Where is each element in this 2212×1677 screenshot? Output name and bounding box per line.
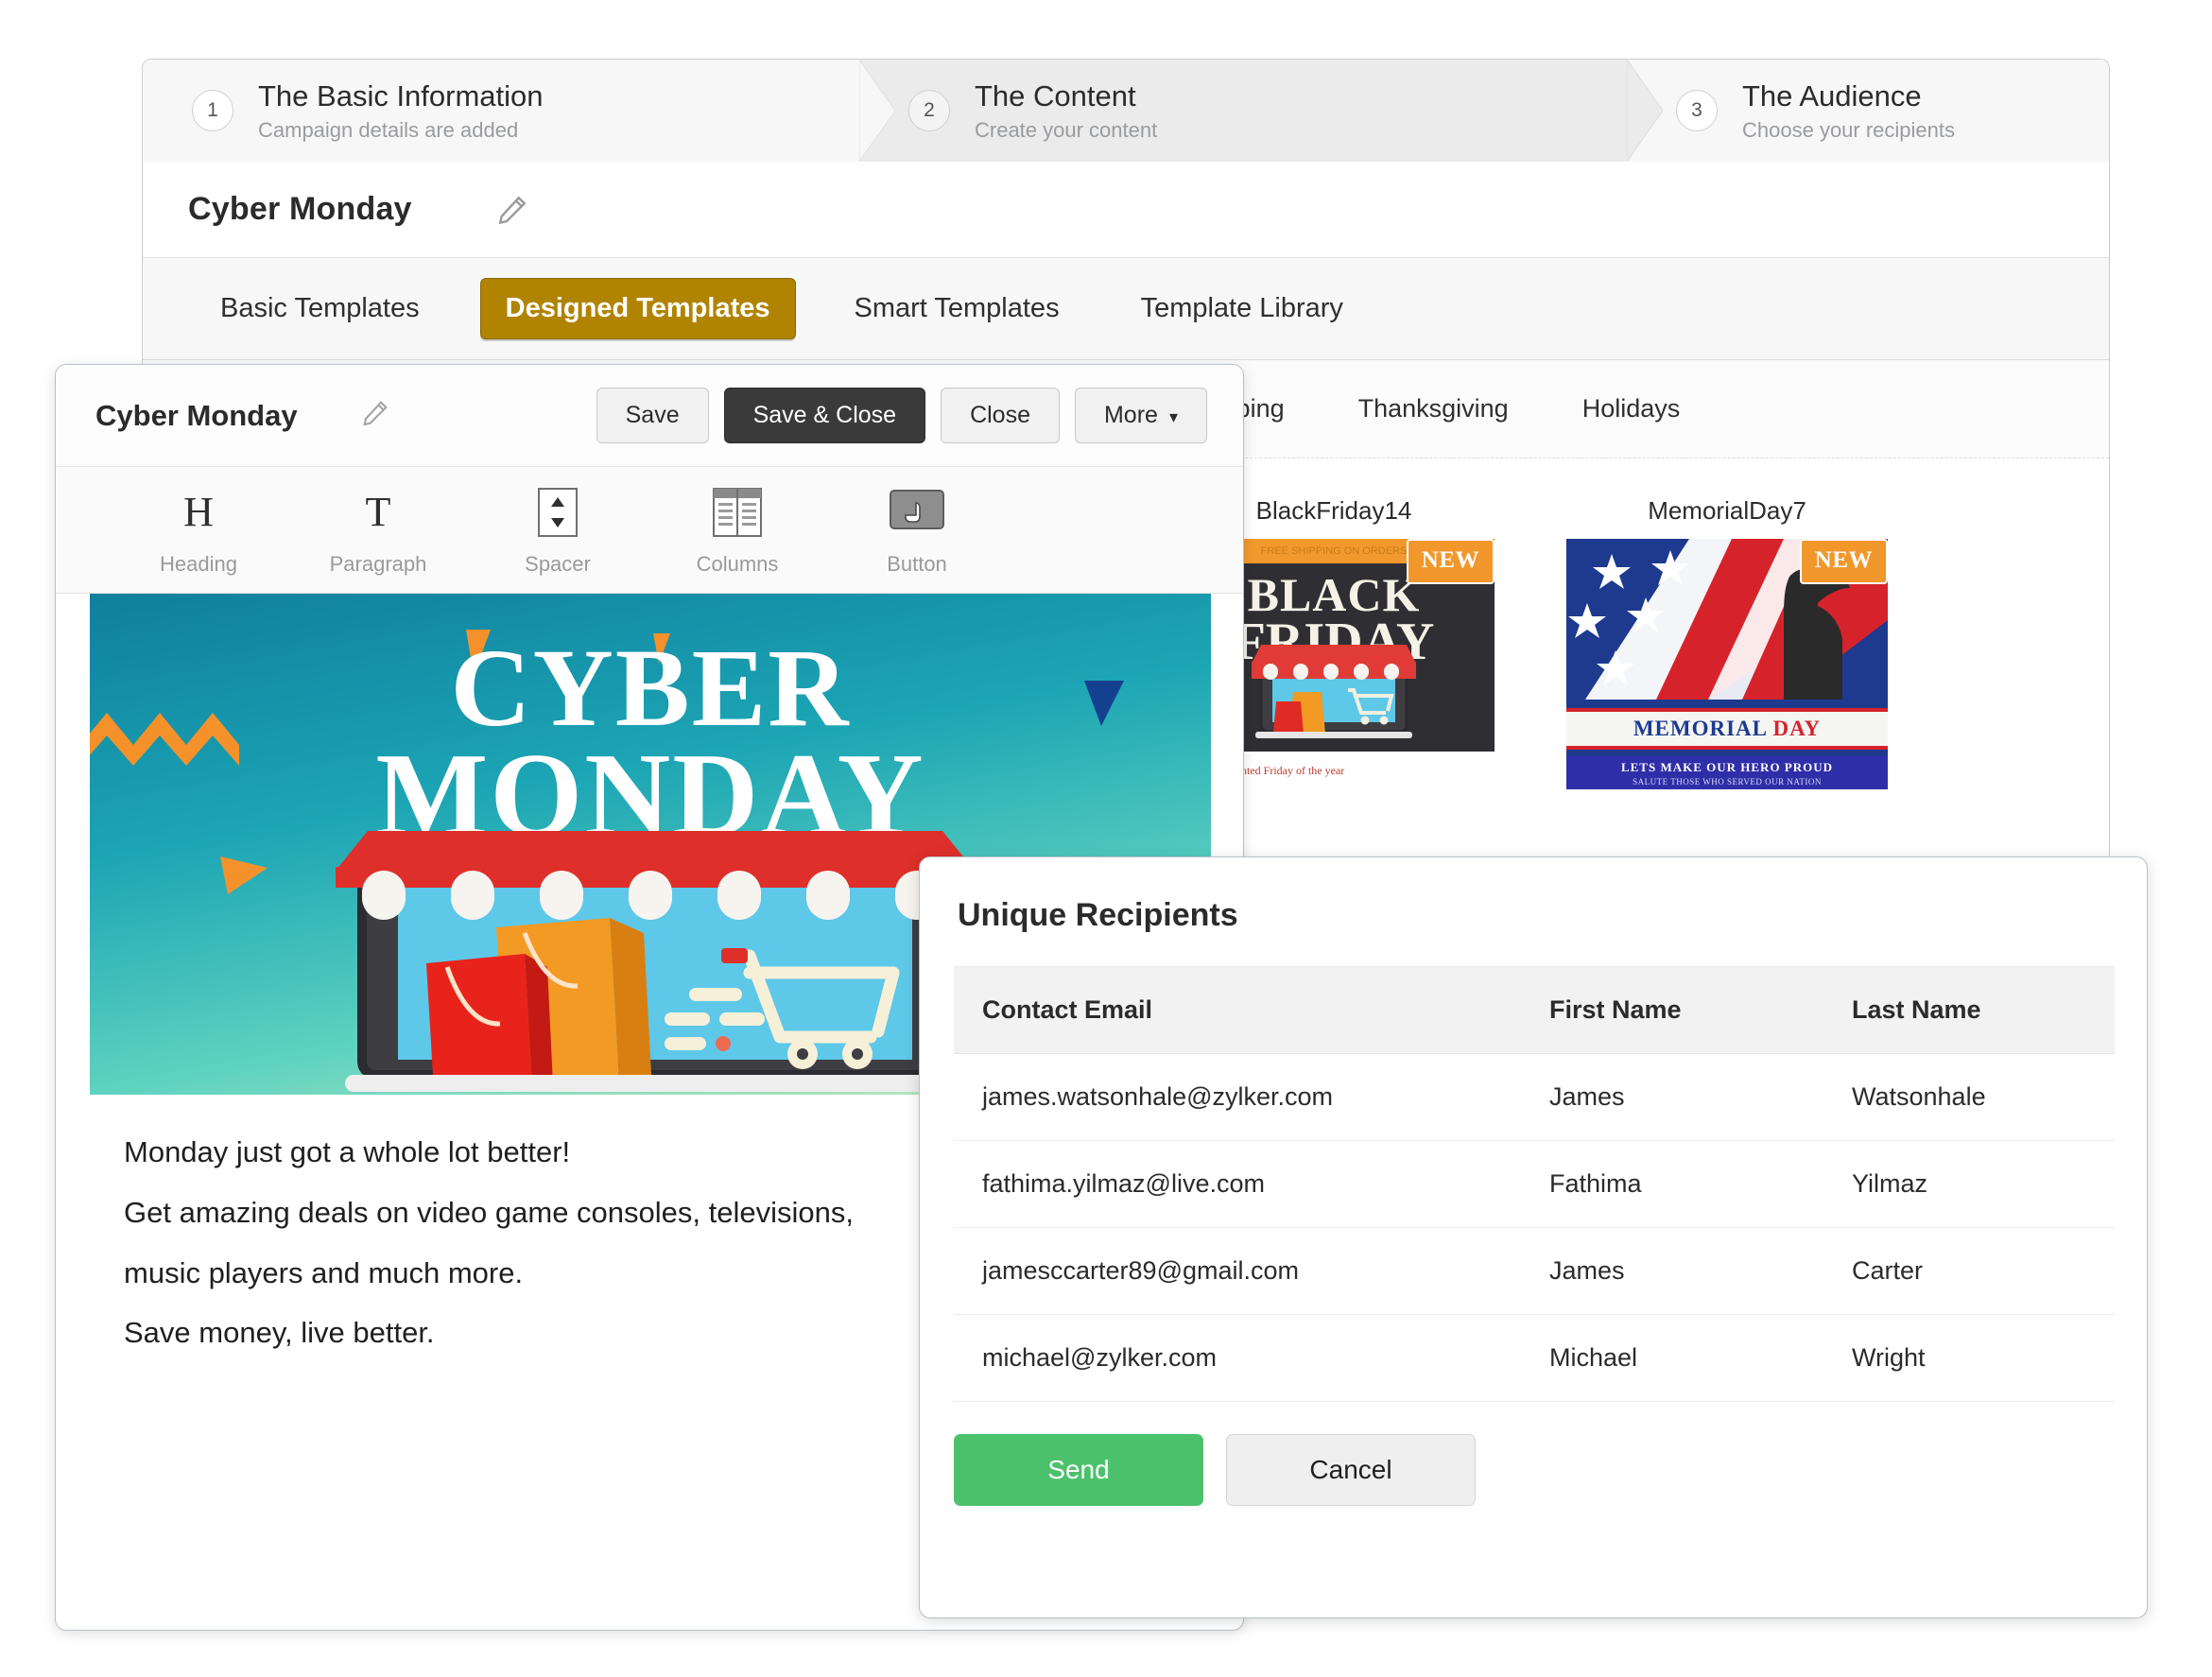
cell-last-name: Carter [1823,1227,2115,1315]
tab-template-library[interactable]: Template Library [1120,295,1364,322]
dialog-actions: Send Cancel [920,1402,2147,1506]
template-card-memorialday7[interactable]: MemorialDay7 NEW MEMORIAL DAY LETS MAKE … [1566,496,1888,789]
cell-email: james.watsonhale@zylker.com [954,1053,1521,1141]
column-header-first-name[interactable]: First Name [1521,966,1823,1054]
send-button[interactable]: Send [954,1434,1203,1506]
recipients-table: Contact Email First Name Last Name james… [954,966,2115,1402]
spacer-icon [468,484,648,541]
cancel-button[interactable]: Cancel [1226,1434,1476,1506]
tab-designed-templates[interactable]: Designed Templates [479,278,796,339]
svg-text:MEMORIAL DAY: MEMORIAL DAY [1633,717,1821,740]
column-header-last-name[interactable]: Last Name [1823,966,2115,1054]
editor-header: Cyber Monday Save Save & Close Close Mor… [56,365,1243,467]
step-number: 2 [908,90,950,131]
columns-icon [648,484,827,541]
wizard-step-basic-information[interactable]: 1 The Basic Information Campaign details… [143,60,895,162]
cell-first-name: James [1521,1053,1823,1141]
toolbar-item-spacer[interactable]: Spacer [468,484,648,577]
save-and-close-button[interactable]: Save & Close [723,388,926,443]
campaign-name-row: Cyber Monday [143,162,2109,258]
paragraph-icon: T [288,484,468,541]
toolbar-label: Heading [160,551,237,576]
status-badge: NEW [1406,539,1495,584]
column-header-contact-email[interactable]: Contact Email [954,966,1521,1054]
step-subtitle: Campaign details are added [258,117,519,142]
toolbar-label: Spacer [525,551,591,576]
cell-last-name: Yilmaz [1823,1140,2115,1228]
step-subtitle: Choose your recipients [1742,117,1956,142]
table-row[interactable]: jamesccarter89@gmail.com James Carter [954,1227,2115,1315]
cell-last-name: Wright [1823,1314,2115,1402]
more-menu-button[interactable]: More ▾ [1074,388,1207,443]
wizard-step-content[interactable]: 2 The Content Create your content [859,60,1663,162]
toolbar-label: Paragraph [329,551,427,576]
shop-illustration-icon [1235,631,1433,750]
step-title: The Audience [1742,79,1922,113]
category-tab-holidays[interactable]: Holidays [1582,394,1681,424]
more-label: More [1103,402,1158,428]
heading-icon: H [109,484,288,541]
cell-first-name: Fathima [1521,1140,1823,1228]
wizard-steps: 1 The Basic Information Campaign details… [143,60,2109,162]
table-row[interactable]: fathima.yilmaz@live.com Fathima Yilmaz [954,1140,2115,1228]
step-subtitle: Create your content [975,117,1158,142]
table-row[interactable]: james.watsonhale@zylker.com James Watson… [954,1053,2115,1141]
editor-toolbar: H Heading T Paragraph Spacer Columns But… [56,467,1243,594]
pencil-icon[interactable] [495,193,529,227]
svg-text:SALUTE THOSE WHO SERVED OUR NA: SALUTE THOSE WHO SERVED OUR NATION [1633,777,1822,787]
banner-line-1: CYBER [450,626,851,750]
save-button[interactable]: Save [596,388,709,443]
toolbar-item-heading[interactable]: H Heading [109,484,288,577]
heading-glyph: H [183,489,214,535]
tab-basic-templates[interactable]: Basic Templates [199,295,441,322]
close-button[interactable]: Close [941,388,1060,443]
table-header-row: Contact Email First Name Last Name [954,966,2115,1054]
category-tab-thanksgiving[interactable]: Thanksgiving [1358,394,1509,424]
template-type-tabs: Basic Templates Designed Templates Smart… [143,258,2109,360]
button-icon [827,484,1007,541]
editor-title: Cyber Monday [95,398,298,432]
page-title: Cyber Monday [188,191,412,227]
cell-first-name: Michael [1521,1314,1823,1402]
paragraph-glyph: T [365,489,391,535]
step-title: The Basic Information [258,79,544,113]
wizard-step-audience[interactable]: 3 The Audience Choose your recipients [1627,60,2109,162]
pencil-icon[interactable] [360,398,390,433]
table-row[interactable]: michael@zylker.com Michael Wright [954,1314,2115,1402]
svg-text:LETS MAKE OUR HERO PROUD: LETS MAKE OUR HERO PROUD [1621,760,1833,774]
cell-email: fathima.yilmaz@live.com [954,1140,1521,1228]
cell-email: michael@zylker.com [954,1314,1521,1402]
toolbar-item-paragraph[interactable]: T Paragraph [288,484,468,577]
shop-illustration-icon [258,812,1014,1095]
cell-last-name: Watsonhale [1823,1053,2115,1141]
step-number: 3 [1676,90,1718,131]
tab-smart-templates[interactable]: Smart Templates [834,295,1080,322]
editor-actions: Save Save & Close Close More ▾ [596,388,1207,443]
status-badge: NEW [1799,539,1888,584]
chevron-down-icon: ▾ [1168,407,1178,426]
step-arrow-icon [859,60,895,162]
app-screenshot: 1 The Basic Information Campaign details… [0,0,2212,1677]
cell-email: jamesccarter89@gmail.com [954,1227,1521,1315]
toolbar-item-button[interactable]: Button [827,484,1007,577]
template-thumbnail[interactable]: NEW MEMORIAL DAY LETS MAKE OUR HERO PROU… [1566,539,1888,789]
unique-recipients-dialog: Unique Recipients Contact Email First Na… [919,856,2148,1618]
step-arrow-icon [1627,60,1663,162]
step-title: The Content [975,79,1136,113]
cell-first-name: James [1521,1227,1823,1315]
step-number: 1 [192,90,233,131]
toolbar-label: Button [887,551,947,576]
toolbar-item-columns[interactable]: Columns [648,484,827,577]
template-name: MemorialDay7 [1648,496,1806,525]
dialog-title: Unique Recipients [958,897,1238,933]
toolbar-label: Columns [696,551,779,576]
